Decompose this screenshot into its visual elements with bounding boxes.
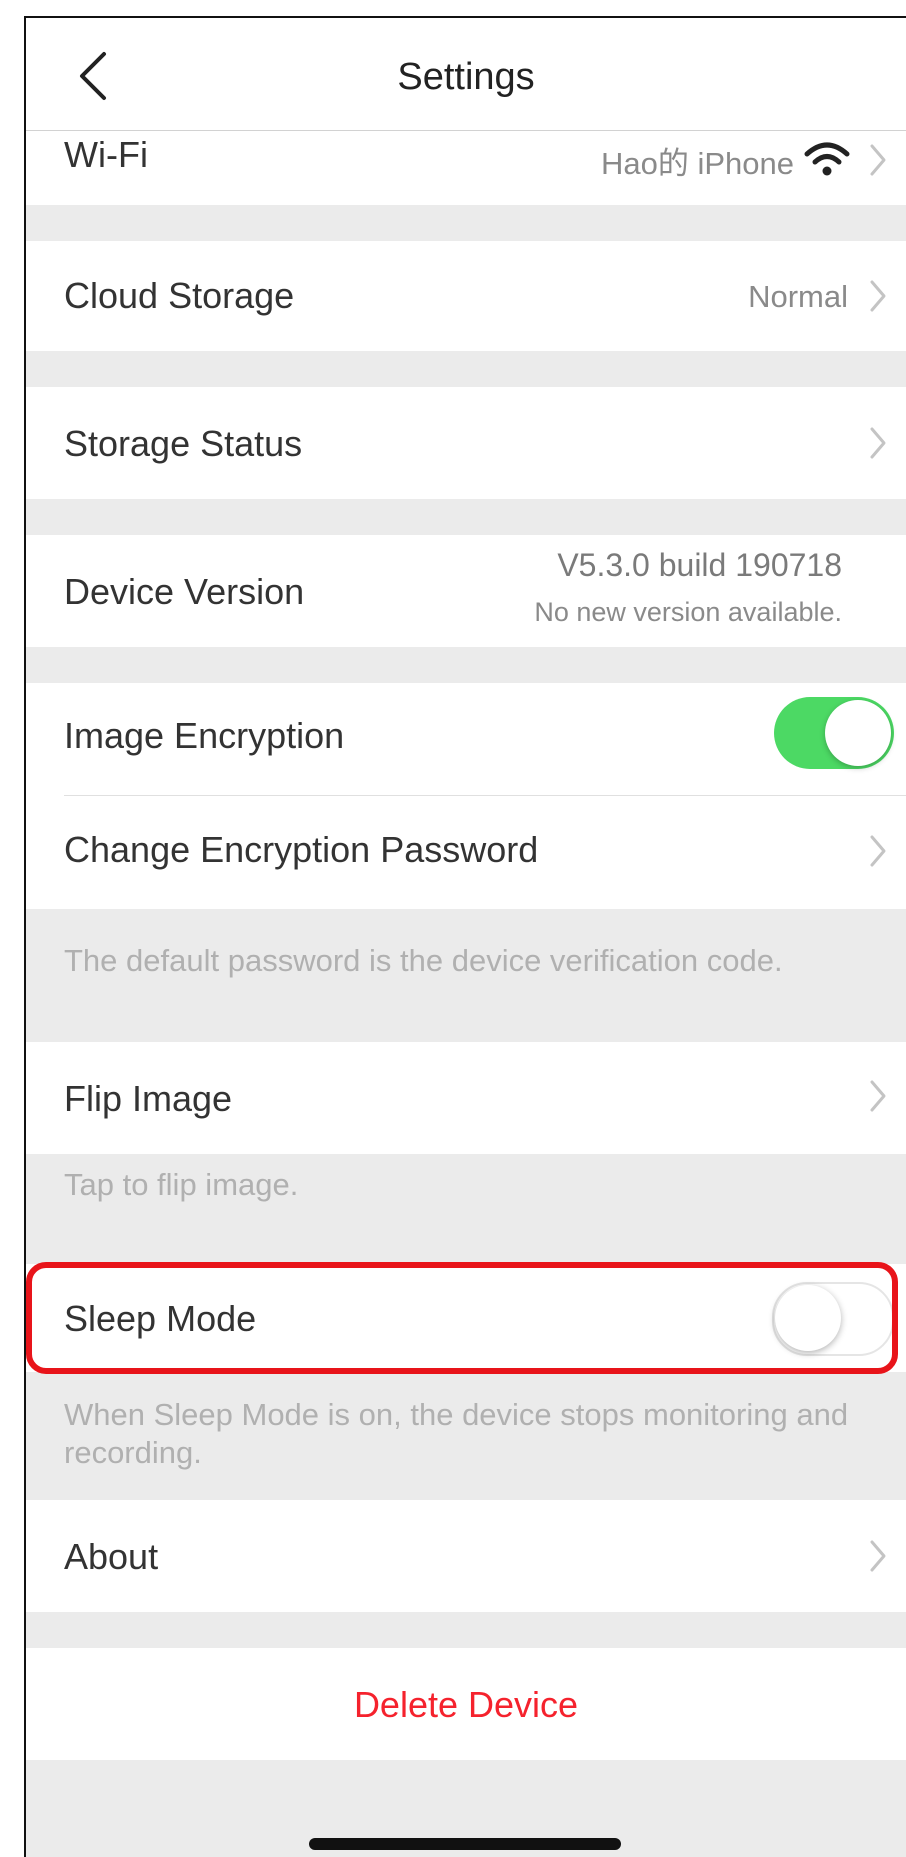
chevron-right-icon	[870, 1540, 886, 1572]
sleep-mode-toggle[interactable]	[772, 1282, 894, 1356]
image-encryption-toggle[interactable]	[774, 697, 894, 769]
toggle-knob	[825, 700, 891, 766]
image-encryption-label: Image Encryption	[64, 715, 345, 756]
delete-device-row[interactable]: Delete Device	[26, 1648, 906, 1760]
device-version-number: V5.3.0 build 190718	[557, 547, 842, 583]
page-title: Settings	[397, 56, 535, 98]
settings-screen: Settings Wi-Fi Hao的 iPhone Cloud Storage…	[24, 16, 906, 1857]
cloud-storage-row[interactable]: Cloud Storage Normal	[26, 241, 906, 351]
encryption-group: Image Encryption Change Encryption Passw…	[26, 683, 906, 909]
encryption-note: The default password is the device verif…	[64, 943, 783, 978]
chevron-right-icon	[870, 1080, 886, 1112]
chevron-right-icon	[870, 427, 886, 459]
cloud-storage-value: Normal	[748, 279, 848, 314]
chevron-right-icon	[870, 835, 886, 867]
wifi-icon	[804, 142, 850, 176]
divider	[64, 795, 906, 796]
device-version-status: No new version available.	[534, 597, 842, 627]
change-password-label[interactable]: Change Encryption Password	[64, 829, 538, 871]
nav-bar: Settings	[26, 18, 906, 131]
about-label: About	[64, 1536, 159, 1577]
delete-device-button[interactable]: Delete Device	[26, 1684, 906, 1726]
device-version-row: Device Version V5.3.0 build 190718 No ne…	[26, 535, 906, 647]
flip-image-row[interactable]: Flip Image	[26, 1042, 906, 1154]
sleep-mode-row: Sleep Mode	[26, 1264, 906, 1372]
toggle-knob	[775, 1285, 841, 1351]
home-indicator	[309, 1838, 621, 1850]
storage-status-row[interactable]: Storage Status	[26, 387, 906, 499]
about-row[interactable]: About	[26, 1500, 906, 1612]
wifi-value: Hao的 iPhone	[600, 146, 794, 181]
chevron-right-icon	[870, 144, 886, 176]
chevron-right-icon	[870, 280, 886, 312]
flip-image-label: Flip Image	[64, 1078, 233, 1119]
flip-image-note: Tap to flip image.	[64, 1167, 299, 1202]
storage-status-label: Storage Status	[64, 423, 303, 464]
wifi-row[interactable]: Wi-Fi Hao的 iPhone	[26, 130, 906, 205]
device-version-label: Device Version	[64, 571, 305, 612]
cloud-storage-label: Cloud Storage	[64, 275, 295, 316]
sleep-mode-label: Sleep Mode	[64, 1298, 257, 1339]
sleep-mode-note: When Sleep Mode is on, the device stops …	[64, 1397, 849, 1470]
wifi-label: Wi-Fi	[64, 134, 148, 175]
